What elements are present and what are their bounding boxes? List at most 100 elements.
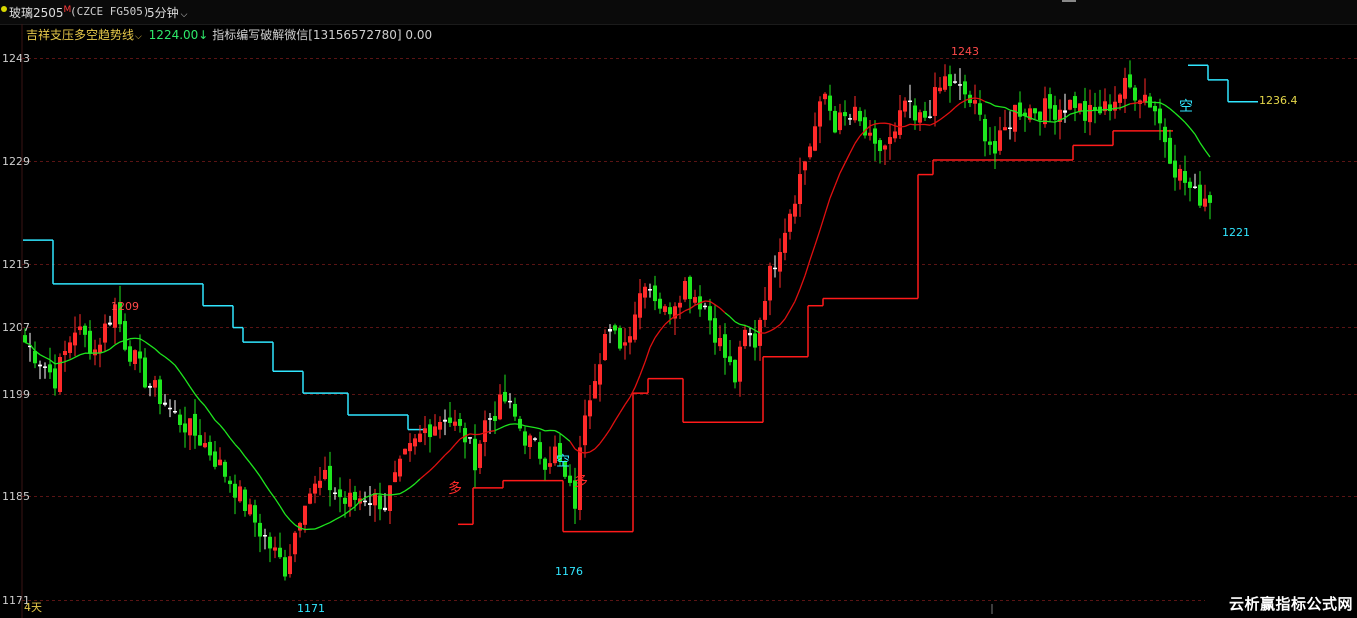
trend-line-segment (634, 374, 641, 388)
candle-body (613, 325, 617, 331)
trend-line-segment (1149, 101, 1156, 104)
trend-line-segment (174, 364, 181, 373)
candle-body (23, 335, 27, 343)
candle-body (593, 381, 597, 399)
candle-body (78, 326, 82, 331)
candle-body (228, 480, 232, 485)
candle-body (963, 81, 967, 95)
trend-line-segment (1169, 108, 1176, 114)
trend-line-segment (189, 386, 196, 395)
candle-body (178, 414, 182, 425)
candle-body (503, 391, 507, 402)
signal-marker: 多 (448, 480, 462, 497)
trend-line-segment (779, 318, 786, 326)
candle-body (583, 415, 587, 446)
trend-line-segment (429, 465, 436, 471)
candle-body (1078, 103, 1082, 112)
candle-body (1208, 195, 1212, 203)
candle-body (483, 420, 487, 443)
trend-line-segment (539, 428, 546, 432)
candle-body (973, 100, 977, 104)
trend-line-segment (564, 436, 571, 442)
candle-body (978, 103, 982, 115)
trend-line-segment (529, 426, 536, 429)
trend-line-segment (209, 412, 216, 421)
high-price-label: 1209 (111, 300, 139, 313)
y-axis-tick-label: 1243 (2, 52, 30, 65)
trend-line-segment (589, 448, 596, 453)
candle-body (333, 492, 337, 495)
candle-body (1003, 127, 1007, 131)
trend-line-segment (1194, 133, 1201, 144)
candle-body (998, 130, 1002, 151)
signal-marker: 空 (1179, 99, 1193, 115)
candle-body (743, 329, 747, 347)
candle-body (293, 532, 297, 555)
trend-line-segment (414, 478, 421, 485)
last-level-label: 1236.4 (1259, 94, 1298, 107)
candle-body (1123, 77, 1127, 99)
trend-line-segment (489, 429, 496, 433)
candle-body (208, 441, 212, 456)
candle-body (1133, 87, 1137, 101)
y-axis-tick-label: 1185 (2, 490, 30, 503)
candle-body (428, 424, 432, 438)
trend-line-segment (554, 430, 561, 434)
candle-body (918, 112, 922, 123)
y-axis-tick-label: 1215 (2, 258, 30, 271)
candle-body (378, 495, 382, 510)
candle-body (198, 435, 202, 446)
trend-line-segment (874, 122, 881, 125)
trend-line-segment (524, 425, 531, 428)
candle-body (793, 203, 797, 217)
trend-line-segment (664, 319, 671, 325)
candle-body (128, 346, 132, 362)
candle-body (168, 407, 172, 410)
trend-line-segment (709, 300, 716, 306)
candle-body (818, 101, 822, 127)
trend-line-segment (784, 309, 791, 320)
candle-body (508, 400, 512, 403)
trend-line-segment (999, 106, 1006, 109)
trend-line-segment (829, 185, 836, 199)
candle-body (543, 458, 547, 470)
trend-line-segment (349, 506, 356, 511)
trend-line-segment (1164, 104, 1171, 110)
trend-line-segment (109, 344, 116, 350)
trend-line-segment (334, 516, 341, 521)
trend-line-segment (114, 341, 121, 346)
candle-body (1063, 110, 1067, 113)
candle-body (853, 106, 857, 121)
trend-line-segment (969, 97, 976, 100)
candle-body (73, 332, 77, 346)
candle-body (773, 267, 777, 270)
candle-body (283, 557, 287, 577)
trend-line-segment (854, 135, 861, 144)
low-price-label: 1171 (297, 602, 325, 615)
candle-body (1113, 101, 1117, 111)
trend-line-segment (329, 519, 336, 524)
trend-line-segment (439, 454, 446, 461)
trend-line-segment (1074, 110, 1081, 114)
trend-line-segment (799, 275, 806, 290)
low-price-label: 1221 (1222, 226, 1250, 239)
candle-body (173, 411, 177, 413)
candle-body (488, 418, 492, 420)
candle-body (433, 426, 437, 436)
candle-body (273, 547, 277, 551)
candlestick-chart[interactable]: 1243 1229 1215 1207 1199 1185 1171 4天 1209 1243 1… (0, 0, 1357, 618)
trend-line-segment (219, 424, 226, 432)
trend-line-segment (104, 348, 111, 353)
trend-line-segment (284, 513, 291, 521)
candle-body (608, 328, 612, 332)
candle-body (478, 443, 482, 468)
candle-body (308, 493, 312, 504)
candle-body (68, 342, 72, 353)
candle-body (683, 280, 687, 300)
candle-body (693, 297, 697, 303)
candle-body (908, 100, 912, 103)
candle-body (808, 146, 812, 158)
trend-line-segment (499, 425, 506, 429)
trend-line-segment (404, 487, 411, 492)
trend-line-segment (824, 197, 831, 215)
